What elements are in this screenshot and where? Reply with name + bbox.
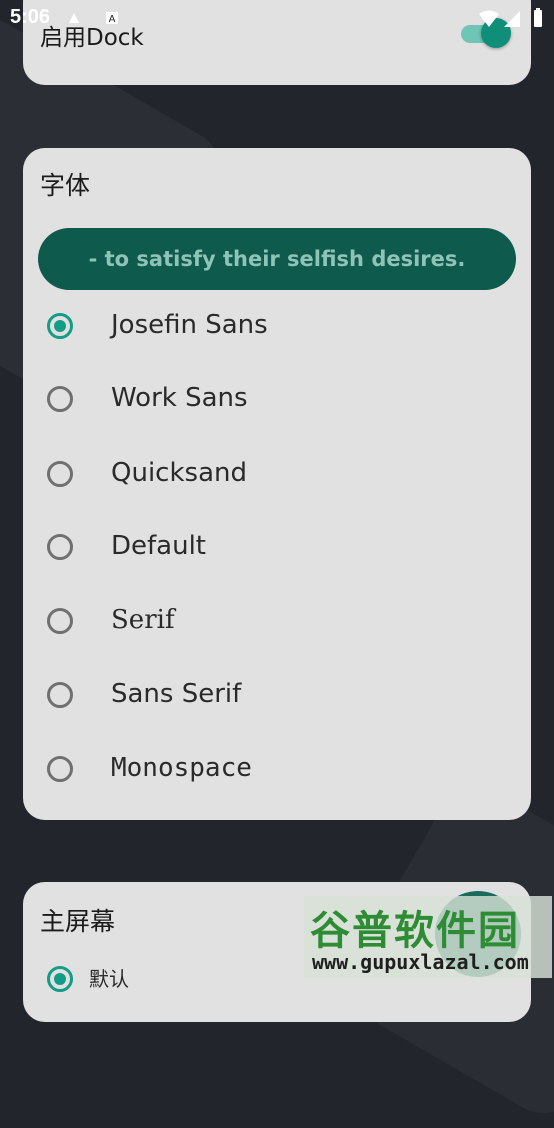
watermark-title: 谷普软件园 (310, 908, 520, 954)
status-bar: 5:06 A (0, 0, 554, 38)
keyboard-icon: A (106, 12, 118, 25)
font-option-quicksand[interactable]: Quicksand (23, 447, 531, 507)
font-settings-card: 字体 - to satisfy their selfish desires. J… (23, 148, 531, 820)
font-option-label: Sans Serif (111, 679, 242, 709)
radio-icon[interactable] (47, 682, 73, 708)
home-section-title: 主屏幕 (40, 907, 116, 936)
watermark-url: www.gupuxlazal.com (312, 950, 529, 974)
font-option-label: Serif (111, 605, 175, 635)
watermark-logo: 谷普软件园 www.gupuxlazal.com (304, 896, 552, 978)
font-preview-text: - to satisfy their selfish desires. (88, 247, 466, 271)
radio-icon[interactable] (47, 534, 73, 560)
font-option-label: Josefin Sans (111, 310, 268, 340)
radio-icon[interactable] (47, 386, 73, 412)
font-option-serif[interactable]: Serif (23, 594, 531, 654)
notification-icon (69, 13, 79, 23)
radio-icon[interactable] (47, 461, 73, 487)
radio-icon[interactable] (47, 756, 73, 782)
font-preview: - to satisfy their selfish desires. (38, 228, 516, 290)
font-option-label: Work Sans (111, 383, 248, 413)
font-option-default[interactable]: Default (23, 520, 531, 580)
home-option-label: 默认 (89, 967, 129, 991)
svg-text:A: A (109, 14, 116, 25)
status-time: 5:06 (10, 6, 51, 28)
wifi-icon (479, 10, 499, 27)
font-option-josefin-sans[interactable]: Josefin Sans (23, 299, 531, 359)
font-section-title: 字体 (40, 171, 91, 200)
battery-icon (534, 8, 542, 27)
font-option-label: Monospace (111, 753, 252, 783)
font-option-label: Quicksand (111, 458, 247, 488)
radio-selected-icon[interactable] (47, 966, 73, 992)
font-option-work-sans[interactable]: Work Sans (23, 372, 531, 432)
signal-icon (504, 11, 520, 27)
font-option-monospace[interactable]: Monospace (23, 742, 531, 802)
radio-selected-icon[interactable] (47, 313, 73, 339)
radio-icon[interactable] (47, 608, 73, 634)
font-option-label: Default (111, 531, 206, 561)
font-option-sans-serif[interactable]: Sans Serif (23, 668, 531, 728)
